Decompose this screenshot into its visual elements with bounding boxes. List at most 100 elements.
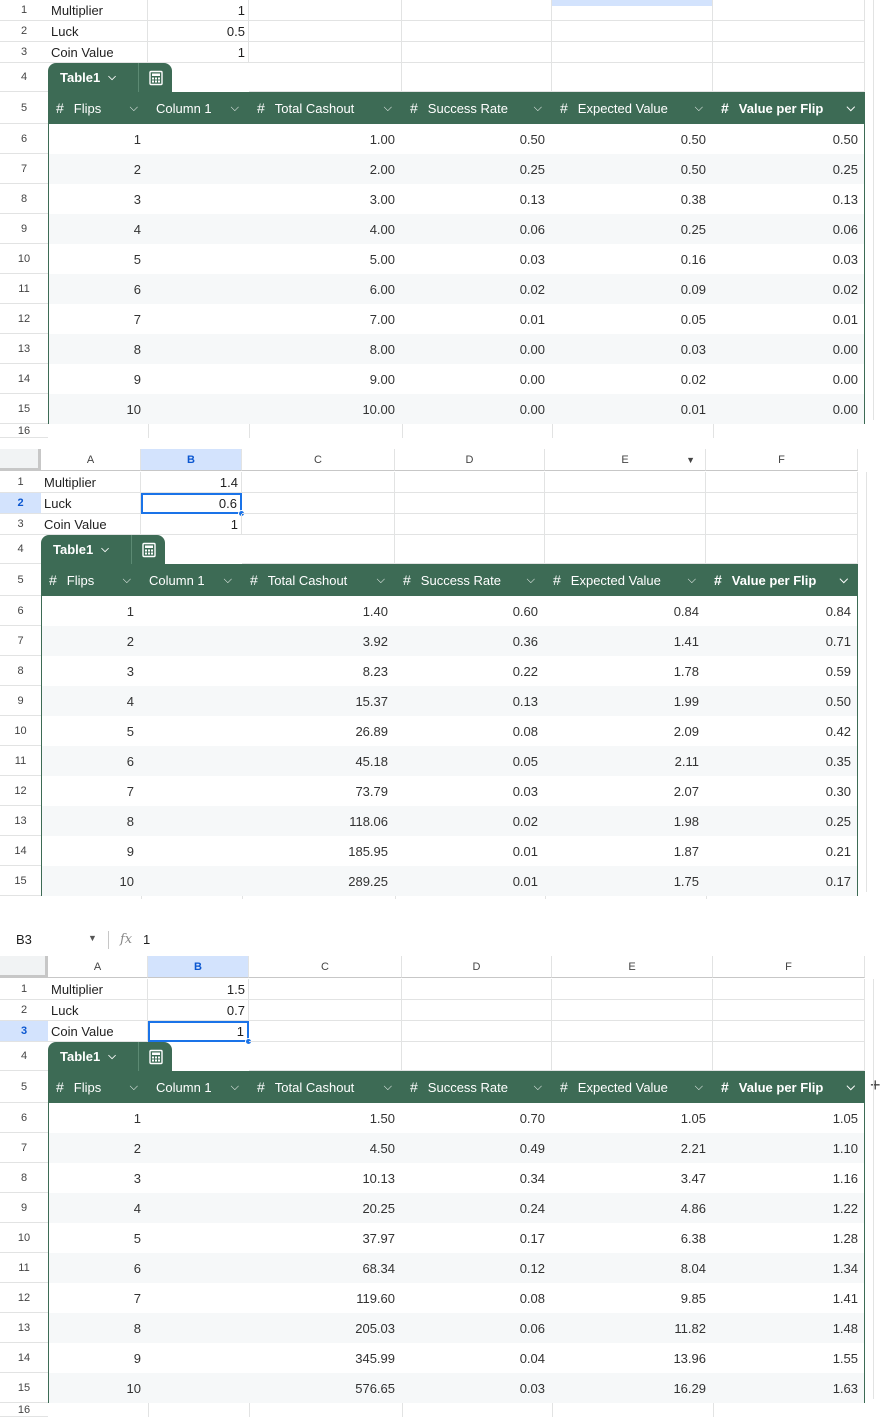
table-cell[interactable]: 0.00 (403, 334, 553, 364)
table-cell[interactable]: 0.02 (714, 274, 866, 304)
table-cell[interactable]: 0.25 (553, 214, 714, 244)
filter-dropdown-icon[interactable]: ▼ (686, 455, 695, 465)
table-cell[interactable]: 1.50 (250, 1103, 403, 1133)
table-name-tab[interactable]: Table1 ⌵ (41, 535, 165, 564)
chevron-down-icon[interactable]: ⌵ (231, 102, 239, 115)
row-header-10[interactable]: 10 (0, 1223, 48, 1253)
empty-cell[interactable] (552, 1042, 713, 1071)
param-value-cell[interactable]: 1 (148, 42, 249, 63)
column-header-a[interactable]: A (41, 449, 141, 471)
row-header-6[interactable]: 6 (0, 1103, 48, 1133)
empty-cell[interactable] (552, 979, 713, 1000)
table-cell[interactable]: 1.40 (243, 596, 396, 626)
row-header-9[interactable]: 9 (0, 214, 48, 244)
table-cell[interactable]: 13.96 (553, 1343, 714, 1373)
table-cell[interactable]: 9 (49, 364, 149, 394)
row-header-7[interactable]: 7 (0, 154, 48, 184)
table-header-success-rate[interactable]: # Success Rate ⌵ (402, 1071, 552, 1103)
table-cell[interactable] (149, 274, 250, 304)
table-cell[interactable]: 1.34 (714, 1253, 866, 1283)
table-cell[interactable] (149, 1343, 250, 1373)
table-header-flips[interactable]: # Flips ⌵ (48, 92, 148, 124)
table-cell[interactable]: 0.25 (707, 806, 859, 836)
row-header-4[interactable]: 4 (0, 63, 48, 92)
table-cell[interactable]: 11.82 (553, 1313, 714, 1343)
table-cell[interactable] (149, 1193, 250, 1223)
table-cell[interactable]: 10.13 (250, 1163, 403, 1193)
row-header-15[interactable]: 15 (0, 394, 48, 424)
param-value-cell[interactable]: 1 (148, 1021, 249, 1042)
table-cell[interactable]: 68.34 (250, 1253, 403, 1283)
row-header-8[interactable]: 8 (0, 184, 48, 214)
empty-cell[interactable] (402, 979, 552, 1000)
table-cell[interactable]: 0.03 (396, 776, 546, 806)
table-cell[interactable]: 1 (49, 1103, 149, 1133)
empty-cell[interactable] (545, 514, 706, 535)
table-cell[interactable]: 0.71 (707, 626, 859, 656)
table-cell[interactable]: 0.01 (396, 836, 546, 866)
formula-input[interactable]: 1 (143, 932, 150, 947)
empty-cell[interactable] (242, 514, 395, 535)
table-calculator-icon[interactable] (138, 63, 172, 92)
chevron-down-icon[interactable]: ⌵ (847, 102, 855, 115)
table-cell[interactable]: 0.25 (714, 154, 866, 184)
table-cell[interactable]: 10.00 (250, 394, 403, 424)
table-cell[interactable] (142, 776, 243, 806)
table-cell[interactable]: 0.06 (403, 1313, 553, 1343)
table-header-expected-value[interactable]: # Expected Value ⌵ (552, 1071, 713, 1103)
table-cell[interactable]: 0.00 (714, 394, 866, 424)
row-header-3[interactable]: 3 (0, 514, 41, 535)
row-header-8[interactable]: 8 (0, 656, 41, 686)
empty-cell[interactable] (552, 42, 713, 63)
table-cell[interactable] (142, 626, 243, 656)
row-header-1[interactable]: 1 (0, 472, 41, 493)
table-header-value-per-flip[interactable]: # Value per Flip ⌵ (713, 92, 865, 124)
table-header-column-1[interactable]: Column 1 ⌵ (141, 564, 242, 596)
table-cell[interactable] (149, 364, 250, 394)
row-header-8[interactable]: 8 (0, 1163, 48, 1193)
row-header-6[interactable]: 6 (0, 596, 41, 626)
name-box-dropdown-icon[interactable]: ▼ (88, 933, 97, 943)
table-cell[interactable]: 0.50 (707, 686, 859, 716)
table-cell[interactable]: 0.00 (714, 364, 866, 394)
empty-cell[interactable] (713, 1000, 865, 1021)
table-cell[interactable]: 0.84 (546, 596, 707, 626)
table-cell[interactable]: 1.75 (546, 866, 707, 896)
empty-cell[interactable] (706, 493, 858, 514)
row-header-7[interactable]: 7 (0, 1133, 48, 1163)
table-cell[interactable]: 1.55 (714, 1343, 866, 1373)
table-cell[interactable]: 0.50 (714, 124, 866, 154)
table-cell[interactable]: 1.22 (714, 1193, 866, 1223)
table-cell[interactable]: 1.98 (546, 806, 707, 836)
table-cell[interactable] (142, 686, 243, 716)
table-cell[interactable]: 0.01 (403, 304, 553, 334)
table-cell[interactable]: 0.12 (403, 1253, 553, 1283)
row-header-11[interactable]: 11 (0, 1253, 48, 1283)
empty-cell[interactable] (552, 1021, 713, 1042)
table-cell[interactable] (142, 746, 243, 776)
chevron-down-icon[interactable]: ⌵ (527, 574, 535, 587)
table-cell[interactable]: 1.87 (546, 836, 707, 866)
table-cell[interactable]: 3 (49, 1163, 149, 1193)
param-value-cell[interactable]: 1 (148, 0, 249, 21)
empty-cell[interactable] (706, 535, 858, 564)
table-cell[interactable] (149, 304, 250, 334)
table-cell[interactable] (142, 596, 243, 626)
table-cell[interactable]: 1.48 (714, 1313, 866, 1343)
table-name-tab[interactable]: Table1 ⌵ (48, 1042, 172, 1071)
param-value-cell[interactable]: 1.5 (148, 979, 249, 1000)
param-value-cell[interactable]: 1 (141, 514, 242, 535)
empty-cell[interactable] (242, 472, 395, 493)
chevron-down-icon[interactable]: ⌵ (130, 1081, 138, 1094)
table-cell[interactable] (149, 1253, 250, 1283)
chevron-down-icon[interactable]: ⌵ (384, 102, 392, 115)
column-header-b[interactable]: B (148, 956, 249, 978)
row-header-14[interactable]: 14 (0, 364, 48, 394)
empty-cell[interactable] (713, 42, 865, 63)
row-header-9[interactable]: 9 (0, 686, 41, 716)
chevron-down-icon[interactable]: ⌵ (101, 544, 109, 555)
row-header-11[interactable]: 11 (0, 274, 48, 304)
chevron-down-icon[interactable]: ⌵ (108, 72, 116, 83)
table-cell[interactable]: 0.49 (403, 1133, 553, 1163)
table-cell[interactable]: 6 (49, 1253, 149, 1283)
